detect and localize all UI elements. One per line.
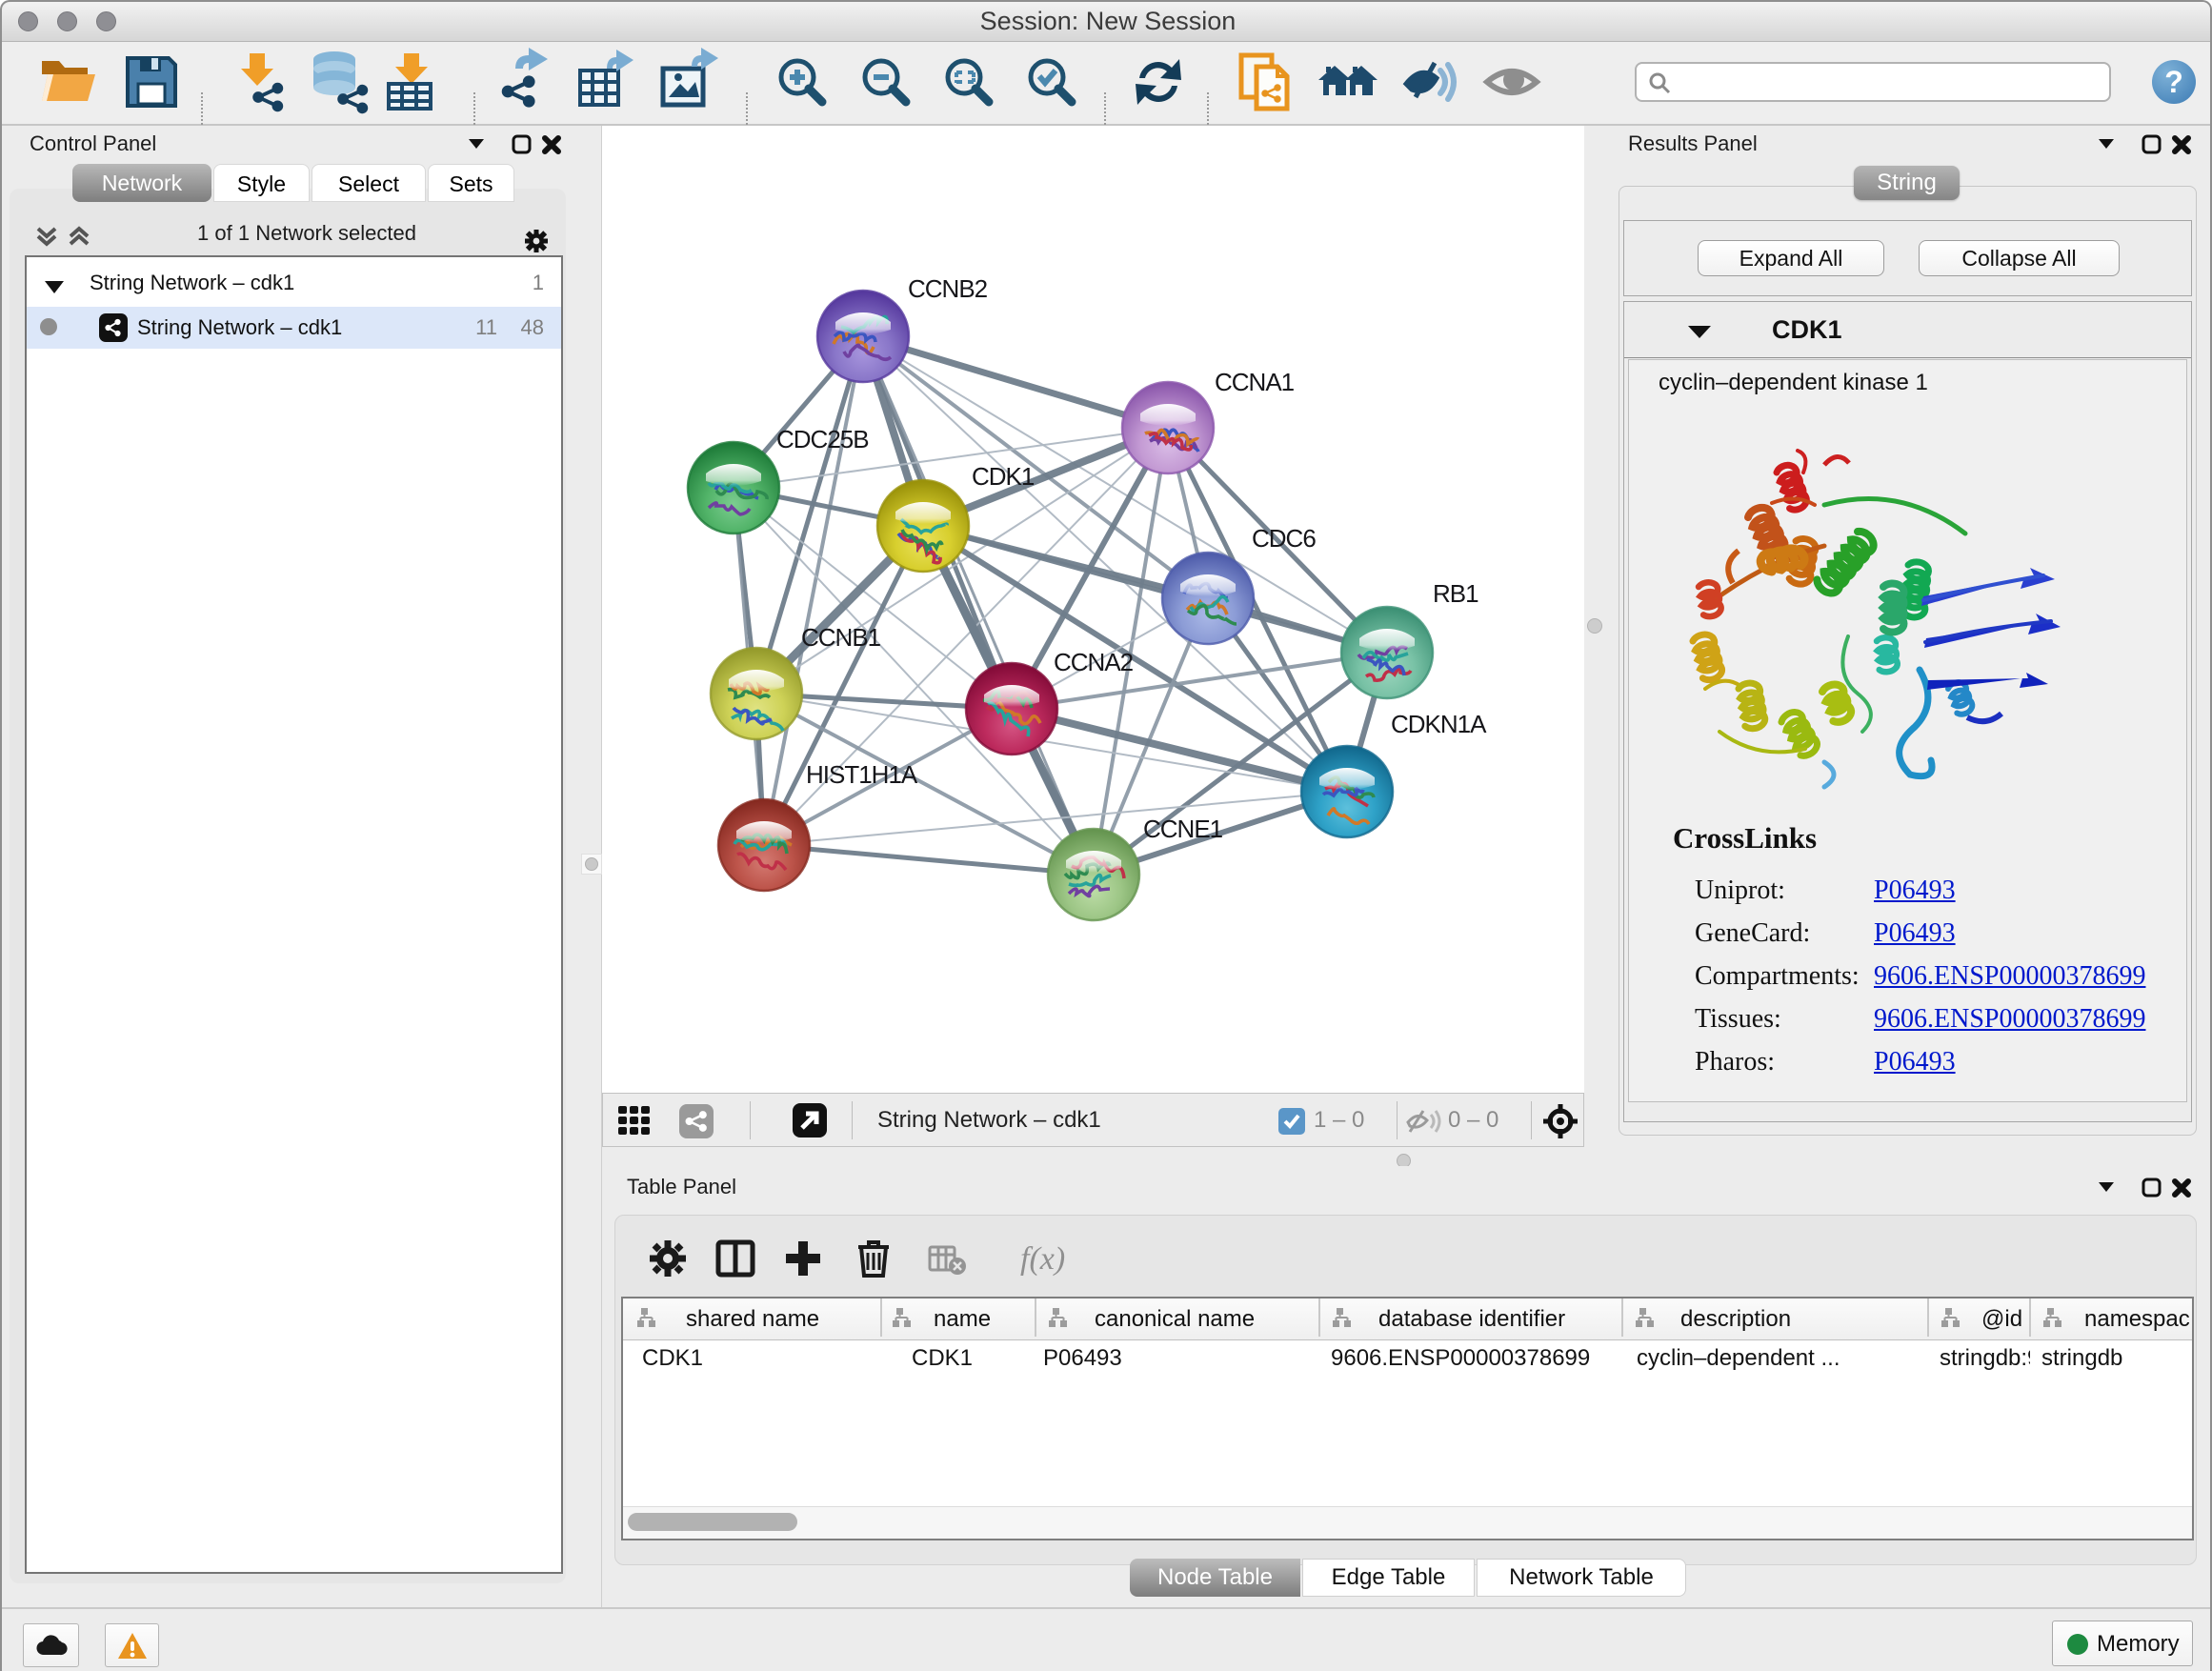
svg-text:HIST1H1A: HIST1H1A	[806, 760, 918, 789]
svg-text:canonical name: canonical name	[1095, 1306, 1255, 1332]
svg-text:RB1: RB1	[1433, 579, 1478, 608]
svg-text:CCNB1: CCNB1	[801, 623, 881, 652]
svg-text:CCNB2: CCNB2	[908, 274, 988, 303]
svg-text:CCNE1: CCNE1	[1143, 815, 1223, 843]
svg-text:CCNA1: CCNA1	[1215, 368, 1295, 396]
svg-text:description: description	[1680, 1306, 1791, 1332]
svg-text:CCNA2: CCNA2	[1054, 648, 1134, 676]
svg-text:CDK1: CDK1	[972, 462, 1035, 491]
svg-text:@id: @id	[1981, 1306, 2022, 1332]
svg-text:shared name: shared name	[686, 1306, 819, 1332]
svg-text:name: name	[934, 1306, 991, 1332]
svg-text:f(x): f(x)	[1020, 1241, 1065, 1277]
svg-text:namespac: namespac	[2084, 1306, 2190, 1332]
svg-text:CDC25B: CDC25B	[776, 425, 869, 453]
svg-text:database identifier: database identifier	[1378, 1306, 1565, 1332]
svg-text:CDKN1A: CDKN1A	[1391, 710, 1487, 738]
svg-text:CDC6: CDC6	[1252, 524, 1316, 553]
